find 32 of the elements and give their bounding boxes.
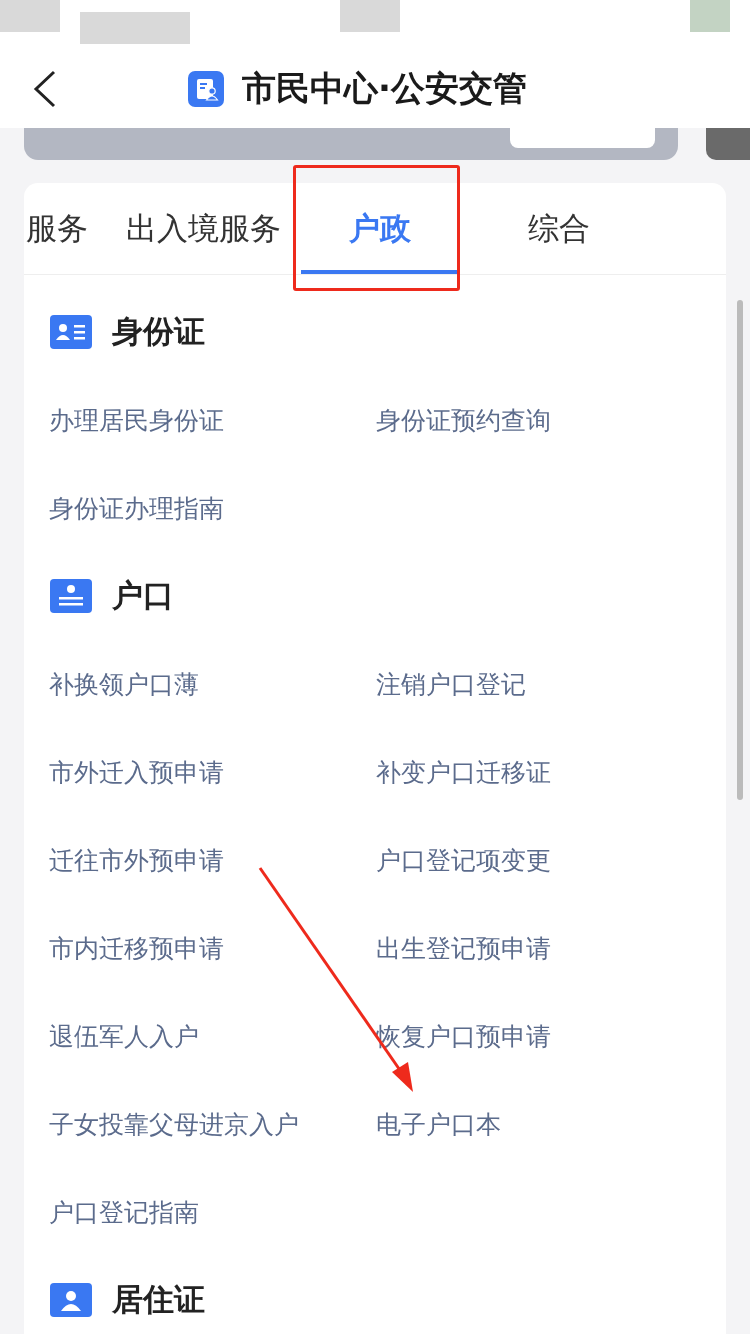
section-title: 居住证: [112, 1280, 205, 1319]
section-title: 户口: [112, 576, 174, 615]
tab[interactable]: 服务: [26, 183, 106, 274]
service-link[interactable]: 恢复户口预申请: [376, 1019, 551, 1053]
tab[interactable]: 户政: [301, 183, 459, 274]
service-link[interactable]: 电子户口本: [376, 1107, 501, 1141]
scrollbar[interactable]: [737, 300, 743, 800]
service-link[interactable]: 市外迁入预申请: [49, 755, 224, 789]
service-link[interactable]: 身份证办理指南: [49, 491, 224, 525]
service-link[interactable]: 办理居民身份证: [49, 403, 224, 437]
service-link[interactable]: 补换领户口薄: [49, 667, 199, 701]
tab[interactable]: 出入境服务: [106, 183, 301, 274]
service-link[interactable]: 迁往市外预申请: [49, 843, 224, 877]
service-link[interactable]: 市内迁移预申请: [49, 931, 224, 965]
person-icon: [50, 1283, 92, 1317]
service-link[interactable]: 退伍军人入户: [49, 1019, 199, 1053]
id-card-icon: [50, 315, 92, 349]
back-icon[interactable]: [32, 70, 58, 108]
service-link[interactable]: 出生登记预申请: [376, 931, 551, 965]
service-link[interactable]: 身份证预约查询: [376, 403, 551, 437]
service-link[interactable]: 补变户口迁移证: [376, 755, 551, 789]
household-icon: [50, 579, 92, 613]
tab[interactable]: 综合: [459, 183, 659, 274]
banner-card: [706, 128, 750, 160]
page-title: 市民中心·公安交管: [242, 67, 527, 110]
service-link[interactable]: 户口登记指南: [49, 1195, 199, 1229]
service-link[interactable]: 注销户口登记: [376, 667, 526, 701]
banner-button[interactable]: [510, 128, 655, 148]
service-link[interactable]: 户口登记项变更: [376, 843, 551, 877]
service-link[interactable]: 子女投靠父母进京入户: [49, 1107, 299, 1141]
document-person-icon: [188, 71, 224, 107]
section-title: 身份证: [112, 312, 205, 351]
